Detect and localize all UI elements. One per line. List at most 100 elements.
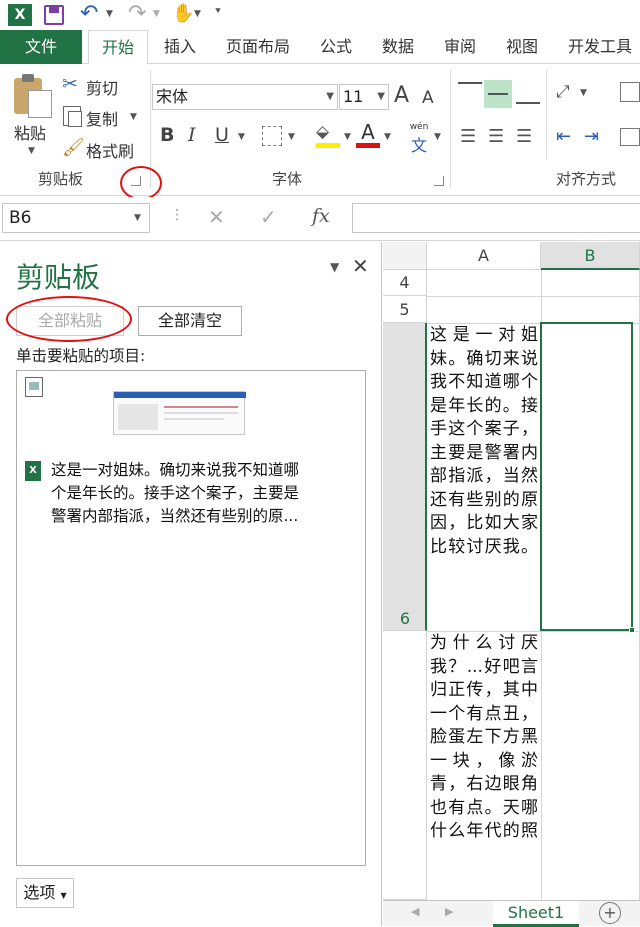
- paste-button[interactable]: 粘贴: [14, 120, 46, 144]
- row-header-6[interactable]: 6: [383, 323, 427, 631]
- grow-font-icon[interactable]: A: [394, 83, 409, 108]
- ribbon-tabs: 文件 开始 插入 页面布局 公式 数据 审阅 视图 开发工具: [0, 30, 640, 65]
- clipboard-group-label: 剪贴板: [38, 170, 84, 188]
- cut-button[interactable]: 剪切: [86, 75, 118, 99]
- fill-color-icon[interactable]: ⬙: [316, 122, 340, 148]
- name-box[interactable]: B6: [2, 203, 150, 233]
- next-sheet-icon[interactable]: ▶: [445, 905, 453, 918]
- tab-review[interactable]: 审阅: [436, 30, 484, 64]
- phonetic-pinyin: wén: [409, 122, 429, 132]
- fill-handle[interactable]: [629, 627, 635, 633]
- cell-a6[interactable]: 这是一对姐妹。确切来说我不知道哪个是年长的。接手这个案子，主要是警署内部指派，当…: [427, 324, 541, 630]
- worksheet-grid[interactable]: A B 4 5 6 这是一对姐妹。确切来说我不知道哪个是年长的。接手这个案子，主…: [383, 242, 640, 927]
- format-painter-button[interactable]: 格式刷: [86, 138, 134, 162]
- instruction-label: 单击要粘贴的项目:: [16, 347, 146, 365]
- excel-item-icon[interactable]: X: [25, 461, 41, 481]
- row-header-5[interactable]: 5: [383, 296, 427, 323]
- formula-input[interactable]: [352, 203, 640, 233]
- bold-button[interactable]: B: [160, 124, 174, 146]
- insert-function-icon[interactable]: fx: [312, 205, 330, 227]
- font-name-combo[interactable]: 宋体 ▼: [152, 84, 338, 110]
- ribbon-home: 粘贴 ▼ ✂ 剪切 复制 ▼ 🖌 格式刷 剪贴板 宋体 ▼ 11 ▼ A A B…: [0, 64, 640, 196]
- scissors-icon[interactable]: ✂: [62, 73, 78, 95]
- touch-mode-icon[interactable]: ✋: [172, 3, 194, 24]
- chevron-down-icon[interactable]: ▼: [377, 85, 385, 109]
- italic-button[interactable]: I: [188, 124, 196, 146]
- chevron-down-icon[interactable]: ▼: [384, 132, 391, 142]
- borders-icon[interactable]: [262, 126, 282, 146]
- tab-file[interactable]: 文件: [0, 30, 82, 64]
- align-top-icon[interactable]: [458, 82, 482, 102]
- phonetic-guide-icon[interactable]: wén 文: [406, 122, 432, 156]
- redo-icon[interactable]: ↷: [128, 1, 146, 26]
- chevron-down-icon[interactable]: ▼: [130, 112, 137, 122]
- chevron-down-icon[interactable]: ▼: [134, 213, 141, 223]
- more-icon: ⋮: [170, 207, 184, 223]
- selected-cell-b6[interactable]: [540, 322, 633, 631]
- chevron-down-icon[interactable]: ▼: [106, 9, 113, 19]
- dialog-launcher-icon[interactable]: [434, 176, 444, 186]
- underline-button[interactable]: U: [215, 124, 229, 146]
- merge-center-icon[interactable]: [620, 128, 640, 146]
- tab-page-layout[interactable]: 页面布局: [218, 30, 298, 64]
- align-center-icon[interactable]: ☰: [488, 126, 504, 147]
- prev-sheet-icon[interactable]: ◀: [411, 905, 419, 918]
- column-header-a[interactable]: A: [427, 242, 541, 270]
- clipboard-text-item[interactable]: 这是一对姐妹。确切来说我不知道哪 个是年长的。接手这个案子，主要是 警署内部指派…: [51, 459, 351, 528]
- chevron-down-icon[interactable]: ▼: [153, 9, 160, 19]
- picture-item-icon[interactable]: [25, 377, 43, 397]
- chevron-down-icon[interactable]: ▼: [238, 132, 245, 142]
- format-painter-icon[interactable]: 🖌: [62, 137, 85, 158]
- copy-button[interactable]: 复制: [86, 106, 118, 130]
- undo-icon[interactable]: ↶: [80, 1, 98, 26]
- sheet-tab-sheet1[interactable]: Sheet1: [493, 901, 579, 927]
- alignment-group-label: 对齐方式: [556, 170, 617, 188]
- font-size-combo[interactable]: 11 ▼: [339, 84, 389, 110]
- pane-title: 剪贴板: [16, 261, 101, 294]
- font-group-label: 字体: [272, 170, 303, 188]
- copy-icon[interactable]: [63, 106, 82, 127]
- tab-home[interactable]: 开始: [88, 30, 148, 65]
- chevron-down-icon[interactable]: ▼: [28, 146, 35, 156]
- shrink-font-icon[interactable]: A: [422, 88, 434, 108]
- align-right-icon[interactable]: ☰: [516, 126, 532, 147]
- clear-all-button[interactable]: 全部清空: [138, 306, 242, 336]
- paste-all-button[interactable]: 全部粘贴: [16, 306, 124, 336]
- cell-a7[interactable]: 为什么讨厌我？...好吧言归正传，其中一个有点丑，脸蛋左下方黑一块，像淤青，右边…: [427, 632, 541, 900]
- close-icon[interactable]: ✕: [352, 254, 369, 278]
- tab-insert[interactable]: 插入: [156, 30, 204, 64]
- row-header-7[interactable]: [383, 631, 427, 900]
- chevron-down-icon: ▼: [60, 891, 67, 900]
- options-button[interactable]: 选项 ▼: [16, 878, 74, 908]
- cancel-icon[interactable]: ✕: [208, 205, 225, 229]
- align-middle-icon[interactable]: [484, 80, 512, 108]
- enter-icon[interactable]: ✓: [260, 205, 277, 229]
- column-header-b[interactable]: B: [541, 242, 640, 270]
- pane-menu-icon[interactable]: ▼: [330, 260, 339, 274]
- customize-qat-icon[interactable]: ⯆: [214, 6, 222, 17]
- chevron-down-icon[interactable]: ▼: [288, 132, 295, 142]
- tab-developer[interactable]: 开发工具: [560, 30, 640, 64]
- paste-icon[interactable]: [12, 74, 54, 118]
- align-left-icon[interactable]: ☰: [460, 126, 476, 147]
- decrease-indent-icon[interactable]: ⇤: [556, 126, 571, 147]
- tab-data[interactable]: 数据: [374, 30, 422, 64]
- dialog-launcher-icon[interactable]: [131, 176, 141, 186]
- save-icon[interactable]: [44, 5, 64, 25]
- clipboard-item-thumbnail[interactable]: [113, 391, 246, 435]
- chevron-down-icon[interactable]: ▼: [194, 9, 201, 19]
- chevron-down-icon[interactable]: ▼: [434, 132, 441, 142]
- orientation-icon[interactable]: ⤢: [556, 82, 570, 102]
- chevron-down-icon[interactable]: ▼: [326, 85, 334, 109]
- align-bottom-icon[interactable]: [516, 82, 540, 104]
- corner-select-all[interactable]: [383, 242, 427, 270]
- chevron-down-icon[interactable]: ▼: [344, 132, 351, 142]
- tab-view[interactable]: 视图: [498, 30, 546, 64]
- font-color-icon[interactable]: A: [356, 120, 380, 148]
- add-sheet-button[interactable]: +: [599, 902, 621, 924]
- increase-indent-icon[interactable]: ⇥: [584, 126, 599, 147]
- row-header-4[interactable]: 4: [383, 270, 427, 296]
- chevron-down-icon[interactable]: ▼: [580, 88, 587, 98]
- wrap-text-icon[interactable]: [620, 82, 640, 102]
- tab-formulas[interactable]: 公式: [312, 30, 360, 64]
